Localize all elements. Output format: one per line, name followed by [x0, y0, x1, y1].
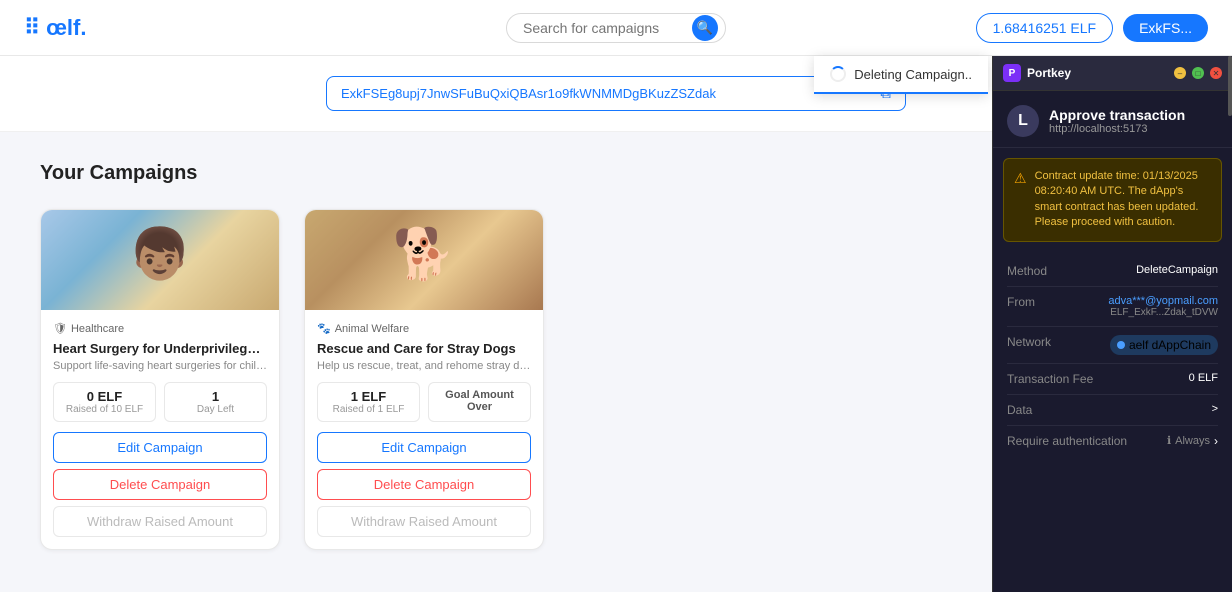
stats-row: 1 ELF Raised of 1 ELF Goal Amount Over: [317, 382, 531, 422]
balance-button[interactable]: 1.68416251 ELF: [976, 13, 1114, 43]
network-value: aelf dAppChain: [1129, 338, 1211, 352]
campaign-description: Support life-saving heart surgeries for …: [53, 360, 267, 372]
time-value: 1: [175, 389, 256, 404]
data-row[interactable]: Data >: [1007, 395, 1218, 426]
healthcare-icon: 🛡: [53, 322, 67, 335]
raised-stat: 1 ELF Raised of 1 ELF: [317, 382, 420, 422]
deleting-indicator: Deleting Campaign..: [814, 56, 988, 94]
time-stat: 1 Day Left: [164, 382, 267, 422]
require-label: Require authentication: [1007, 434, 1127, 448]
animal-icon: 🐾: [317, 322, 331, 335]
goal-status: Goal Amount Over: [428, 382, 531, 422]
raised-stat: 0 ELF Raised of 10 ELF: [53, 382, 156, 422]
from-value: adva***@yopmail.com ELF_ExkF...Zdak_tDVW: [1108, 295, 1218, 318]
delete-campaign-button[interactable]: Delete Campaign: [53, 469, 267, 500]
portkey-details: Method DeleteCampaign From adva***@yopma…: [993, 252, 1232, 592]
portkey-panel: P Portkey – □ ✕ L Approve transaction ht…: [992, 56, 1232, 592]
search-icon: 🔍: [697, 20, 713, 36]
require-row: Require authentication ℹ Always ›: [1007, 426, 1218, 456]
stats-row: 0 ELF Raised of 10 ELF 1 Day Left: [53, 382, 267, 422]
search-wrapper: 🔍: [506, 13, 726, 43]
approve-title: Approve transaction: [1049, 107, 1218, 123]
portkey-window-controls: – □ ✕: [1174, 67, 1222, 79]
from-row: From adva***@yopmail.com ELF_ExkF...Zdak…: [1007, 287, 1218, 327]
data-label: Data: [1007, 403, 1032, 417]
withdraw-button[interactable]: Withdraw Raised Amount: [53, 506, 267, 537]
fee-label: Transaction Fee: [1007, 372, 1093, 386]
category-label: Healthcare: [71, 323, 124, 335]
require-chevron-icon: ›: [1214, 434, 1218, 448]
fee-value: 0 ELF: [1189, 372, 1218, 384]
time-label: Day Left: [175, 404, 256, 415]
network-label: Network: [1007, 335, 1051, 349]
fee-row: Transaction Fee 0 ELF: [1007, 364, 1218, 395]
method-label: Method: [1007, 264, 1047, 278]
spinner-icon: [830, 66, 846, 82]
logo: ⠿ œlf.: [24, 15, 86, 41]
from-email: adva***@yopmail.com: [1108, 295, 1218, 307]
maximize-button[interactable]: □: [1192, 67, 1204, 79]
edit-campaign-button[interactable]: Edit Campaign: [317, 432, 531, 463]
portkey-title: Portkey: [1027, 66, 1168, 80]
dapp-url: http://localhost:5173: [1049, 123, 1218, 135]
minimize-button[interactable]: –: [1174, 67, 1186, 79]
goal-value: Goal Amount Over: [439, 389, 520, 413]
balance-value: 1.68416251 ELF: [993, 20, 1097, 36]
from-address: ELF_ExkF...Zdak_tDVW: [1108, 307, 1218, 318]
wallet-label: ExkFS...: [1139, 20, 1192, 36]
require-setting: Always: [1175, 435, 1210, 447]
header: ⠿ œlf. 🔍 1.68416251 ELF ExkFS...: [0, 0, 1232, 56]
network-badge: aelf dAppChain: [1110, 335, 1218, 355]
campaign-body: 🐾 Animal Welfare Rescue and Care for Str…: [305, 310, 543, 549]
contract-warning: ⚠ Contract update time: 01/13/2025 08:20…: [1003, 158, 1222, 242]
warning-icon: ⚠: [1014, 170, 1027, 231]
from-label: From: [1007, 295, 1035, 309]
campaign-title: Rescue and Care for Stray Dogs: [317, 341, 531, 356]
raised-value: 0 ELF: [64, 389, 145, 404]
delete-label: Delete Campaign: [110, 477, 210, 492]
campaign-image-animal: [305, 210, 543, 310]
campaign-card: 🐾 Animal Welfare Rescue and Care for Str…: [304, 209, 544, 550]
campaign-card: 🛡 Healthcare Heart Surgery for Underpriv…: [40, 209, 280, 550]
campaign-body: 🛡 Healthcare Heart Surgery for Underpriv…: [41, 310, 279, 549]
portkey-header-info: Approve transaction http://localhost:517…: [1049, 107, 1218, 135]
data-chevron-icon: >: [1212, 403, 1218, 417]
raised-value: 1 ELF: [328, 389, 409, 404]
wallet-address: ExkFSEg8upj7JnwSFuBuQxiQBAsr1o9fkWNMMDgB…: [341, 86, 716, 101]
portkey-logo-icon: P: [1003, 64, 1021, 82]
method-row: Method DeleteCampaign: [1007, 256, 1218, 287]
edit-campaign-button[interactable]: Edit Campaign: [53, 432, 267, 463]
portkey-titlebar: P Portkey – □ ✕: [993, 56, 1232, 91]
raised-label: Raised of 10 ELF: [64, 404, 145, 415]
campaign-category: 🐾 Animal Welfare: [317, 322, 531, 335]
network-row: Network aelf dAppChain: [1007, 327, 1218, 364]
network-dot: [1117, 341, 1125, 349]
raised-label: Raised of 1 ELF: [328, 404, 409, 415]
campaign-title: Heart Surgery for Underprivileged C...: [53, 341, 267, 356]
withdraw-button[interactable]: Withdraw Raised Amount: [317, 506, 531, 537]
delete-campaign-button[interactable]: Delete Campaign: [317, 469, 531, 500]
logo-text: œlf.: [46, 15, 86, 41]
delete-label: Delete Campaign: [374, 477, 474, 492]
edit-label: Edit Campaign: [117, 440, 202, 455]
portkey-avatar: L: [1007, 105, 1039, 137]
method-value: DeleteCampaign: [1136, 264, 1218, 276]
withdraw-label: Withdraw Raised Amount: [351, 514, 497, 529]
campaign-category: 🛡 Healthcare: [53, 322, 267, 335]
logo-icon: ⠿: [24, 15, 40, 41]
require-value: ℹ Always ›: [1167, 434, 1218, 448]
wallet-button[interactable]: ExkFS...: [1123, 14, 1208, 42]
close-button[interactable]: ✕: [1210, 67, 1222, 79]
require-info-icon: ℹ: [1167, 434, 1171, 447]
campaign-description: Help us rescue, treat, and rehome stray …: [317, 360, 531, 372]
warning-text: Contract update time: 01/13/2025 08:20:4…: [1035, 169, 1211, 231]
portkey-header: L Approve transaction http://localhost:5…: [993, 91, 1232, 148]
deleting-text: Deleting Campaign..: [854, 67, 972, 82]
campaign-image-healthcare: [41, 210, 279, 310]
withdraw-label: Withdraw Raised Amount: [87, 514, 233, 529]
search-button[interactable]: 🔍: [692, 15, 718, 41]
category-label: Animal Welfare: [335, 323, 409, 335]
edit-label: Edit Campaign: [381, 440, 466, 455]
